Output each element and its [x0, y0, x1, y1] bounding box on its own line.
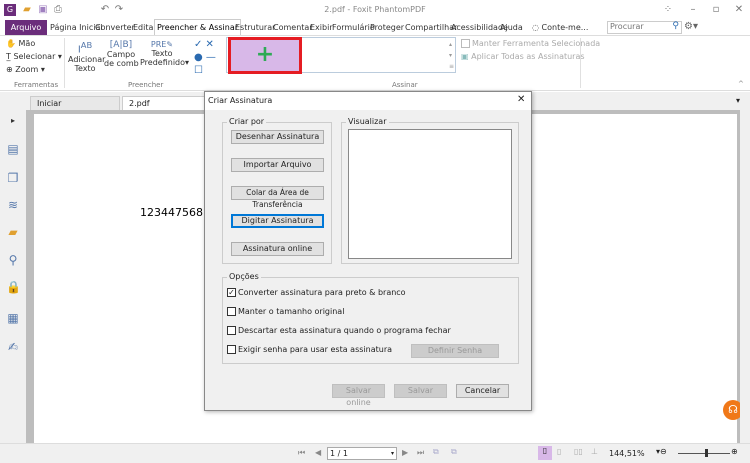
signature-preview [348, 129, 512, 259]
options-label: Opções [227, 272, 261, 281]
maximize-button[interactable]: ▫ [710, 4, 722, 16]
status-bar: ⏮ ◀ 1 / 1 ▾ ▶ ⏭ ⧉ ⧉ ▯ ▯ ▯▯ ⊥ 144,51% ▾⊖ ⊕ [0, 443, 750, 463]
hand-tool[interactable]: ✋ Mão [6, 39, 35, 48]
comments-icon[interactable]: ▰ [6, 225, 20, 239]
expand-panel-icon[interactable]: ▸ [6, 114, 20, 128]
ribbon: ✋ Mão T̲ Selecionar ▾ ⊕ Zoom ▾ Ferrament… [0, 35, 750, 91]
search-box[interactable]: ⚲ [607, 21, 682, 34]
apply-all-icon: ▣ [461, 52, 472, 61]
online-signature-button[interactable]: Assinatura online [231, 242, 324, 256]
tab-protect[interactable]: Proteger [368, 20, 406, 35]
cover-icon[interactable]: ⊥ [591, 447, 598, 456]
zoom-out-button[interactable]: ▾⊖ [656, 447, 667, 456]
file-tab[interactable]: Arquivo [5, 20, 47, 35]
single-page-icon[interactable]: ▯ [538, 446, 552, 460]
search-input[interactable] [608, 22, 666, 31]
create-by-group: Criar por Desenhar Assinatura Importar A… [222, 117, 332, 264]
vertical-scrollbar[interactable] [740, 110, 750, 443]
navigation-panel: ▸ ▤ ❐ ≋ ▰ ⚲ 🔒 ▦ ✍ [0, 110, 26, 443]
draw-signature-button[interactable]: Desenhar Assinatura [231, 130, 324, 144]
require-password-checkbox[interactable]: Exigir senha para usar esta assinatura [227, 345, 392, 354]
paste-clipboard-button[interactable]: Colar da Área de Transferência [231, 186, 324, 209]
first-page-icon[interactable]: ⏮ [298, 448, 305, 458]
select-tool[interactable]: T̲ Selecionar ▾ [6, 52, 62, 61]
convert-bw-checkbox[interactable]: ✓ Converter assinatura para preto & branc… [227, 288, 406, 297]
dialog-title: Criar Assinatura [208, 96, 273, 105]
predefined-text-icon: PRE✎ [150, 40, 174, 49]
type-signature-button[interactable]: Digitar Assinatura [231, 214, 324, 228]
predefined-text-button[interactable]: PRE✎ Texto Predefinido▾ [140, 40, 189, 67]
add-text-icon: IAB [77, 40, 93, 56]
tell-me[interactable]: ◌ Conte-me... [530, 20, 590, 35]
group-fill-label: Preencher [128, 81, 164, 89]
layers-icon[interactable]: ≋ [6, 198, 20, 212]
pages-icon[interactable]: ❐ [6, 171, 20, 185]
facing-icon[interactable]: ▯▯ [574, 447, 583, 456]
zoom-slider[interactable] [678, 453, 730, 454]
zoom-tool[interactable]: ⊕ Zoom ▾ [6, 65, 45, 74]
window-title: 2.pdf - Foxit PhantomPDF [324, 5, 426, 14]
dialog-titlebar: Criar Assinatura ✕ [205, 92, 531, 110]
title-bar: G ▰ ▣ ⎙ ↶ ↷ 2.pdf - Foxit PhantomPDF ⁘ –… [0, 0, 750, 20]
tell-me-label: Conte-me... [541, 23, 589, 32]
collapse-ribbon-icon[interactable]: ^ [738, 80, 744, 88]
settings-icon[interactable]: ⚙▾ [684, 21, 698, 32]
prev-page-icon[interactable]: ◀ [315, 448, 321, 457]
preview-group: Visualizar [341, 117, 519, 264]
box-icon[interactable]: ☐ [194, 64, 216, 77]
dot-icon[interactable]: ● — [194, 51, 216, 64]
layout-icon[interactable]: ⁘ [662, 4, 674, 16]
tab-fill-sign[interactable]: Preencher & Assinar [154, 19, 242, 36]
cancel-button[interactable]: Cancelar [456, 384, 509, 398]
bookmark-icon[interactable]: ▤ [6, 142, 20, 156]
save-button[interactable]: Salvar [394, 384, 447, 398]
last-page-icon[interactable]: ⏭ [417, 448, 424, 458]
group-sign-label: Assinar [392, 81, 418, 89]
comb-icon: [A|B] [109, 40, 133, 50]
tab-start[interactable]: Iniciar [30, 96, 120, 110]
import-file-button[interactable]: Importar Arquivo [231, 158, 324, 172]
apply-all-signatures[interactable]: ▣ Aplicar Todas as Assinaturas [461, 52, 585, 61]
search-icon[interactable]: ⚲ [672, 21, 679, 31]
attachment-icon[interactable]: ⚲ [6, 253, 20, 267]
prev-view-icon[interactable]: ⧉ [433, 447, 439, 457]
keep-size-checkbox[interactable]: Manter o tamanho original [227, 307, 344, 316]
tab-help[interactable]: Ajuda [498, 20, 525, 35]
next-view-icon[interactable]: ⧉ [451, 447, 457, 457]
create-by-label: Criar por [227, 117, 267, 126]
create-signature-button[interactable]: + [228, 37, 302, 74]
lightbulb-icon: ◌ [532, 23, 542, 32]
close-button[interactable]: ✕ [733, 4, 745, 16]
signature-panel-icon[interactable]: ✍ [6, 340, 20, 354]
minimize-button[interactable]: – [687, 4, 699, 16]
zoom-level[interactable]: 144,51% [609, 449, 645, 458]
options-group: Opções ✓ Converter assinatura para preto … [222, 272, 519, 364]
page-dropdown-icon: ▾ [390, 450, 394, 457]
document-text: 123447568 [140, 206, 203, 219]
zoom-slider-handle[interactable] [705, 449, 708, 457]
save-online-button[interactable]: Salvar online [332, 384, 385, 407]
page-number-input[interactable]: 1 / 1 ▾ [327, 447, 397, 460]
set-password-button[interactable]: Definir Senha [411, 344, 499, 358]
tab-document[interactable]: 2.pdf [122, 96, 212, 110]
checkbox-checked[interactable]: ✓ [227, 288, 236, 297]
discard-on-close-checkbox[interactable]: Descartar esta assinatura quando o progr… [227, 326, 451, 335]
preview-label: Visualizar [346, 117, 389, 126]
create-signature-dialog: Criar Assinatura ✕ Criar por Desenhar As… [204, 91, 532, 411]
dialog-close-button[interactable]: ✕ [517, 94, 525, 105]
tabs-dropdown-icon[interactable]: ▾ [736, 96, 740, 105]
comb-field-button[interactable]: [A|B] Campo de comb [104, 40, 139, 68]
check-mark-icon[interactable]: ✓ ✕ [194, 38, 216, 51]
next-page-icon[interactable]: ▶ [402, 448, 408, 457]
group-tools-label: Ferramentas [14, 81, 59, 89]
continuous-icon[interactable]: ▯ [557, 447, 561, 456]
gallery-scroll[interactable]: ▴ ▾ ≡ [449, 39, 454, 72]
markers: ✓ ✕ ● — ☐ [194, 38, 216, 77]
security-icon[interactable]: 🔒 [6, 280, 21, 294]
fields-icon[interactable]: ▦ [6, 311, 20, 325]
add-text-button[interactable]: IAB Adicionar Texto [68, 40, 105, 73]
zoom-in-button[interactable]: ⊕ [731, 447, 738, 456]
